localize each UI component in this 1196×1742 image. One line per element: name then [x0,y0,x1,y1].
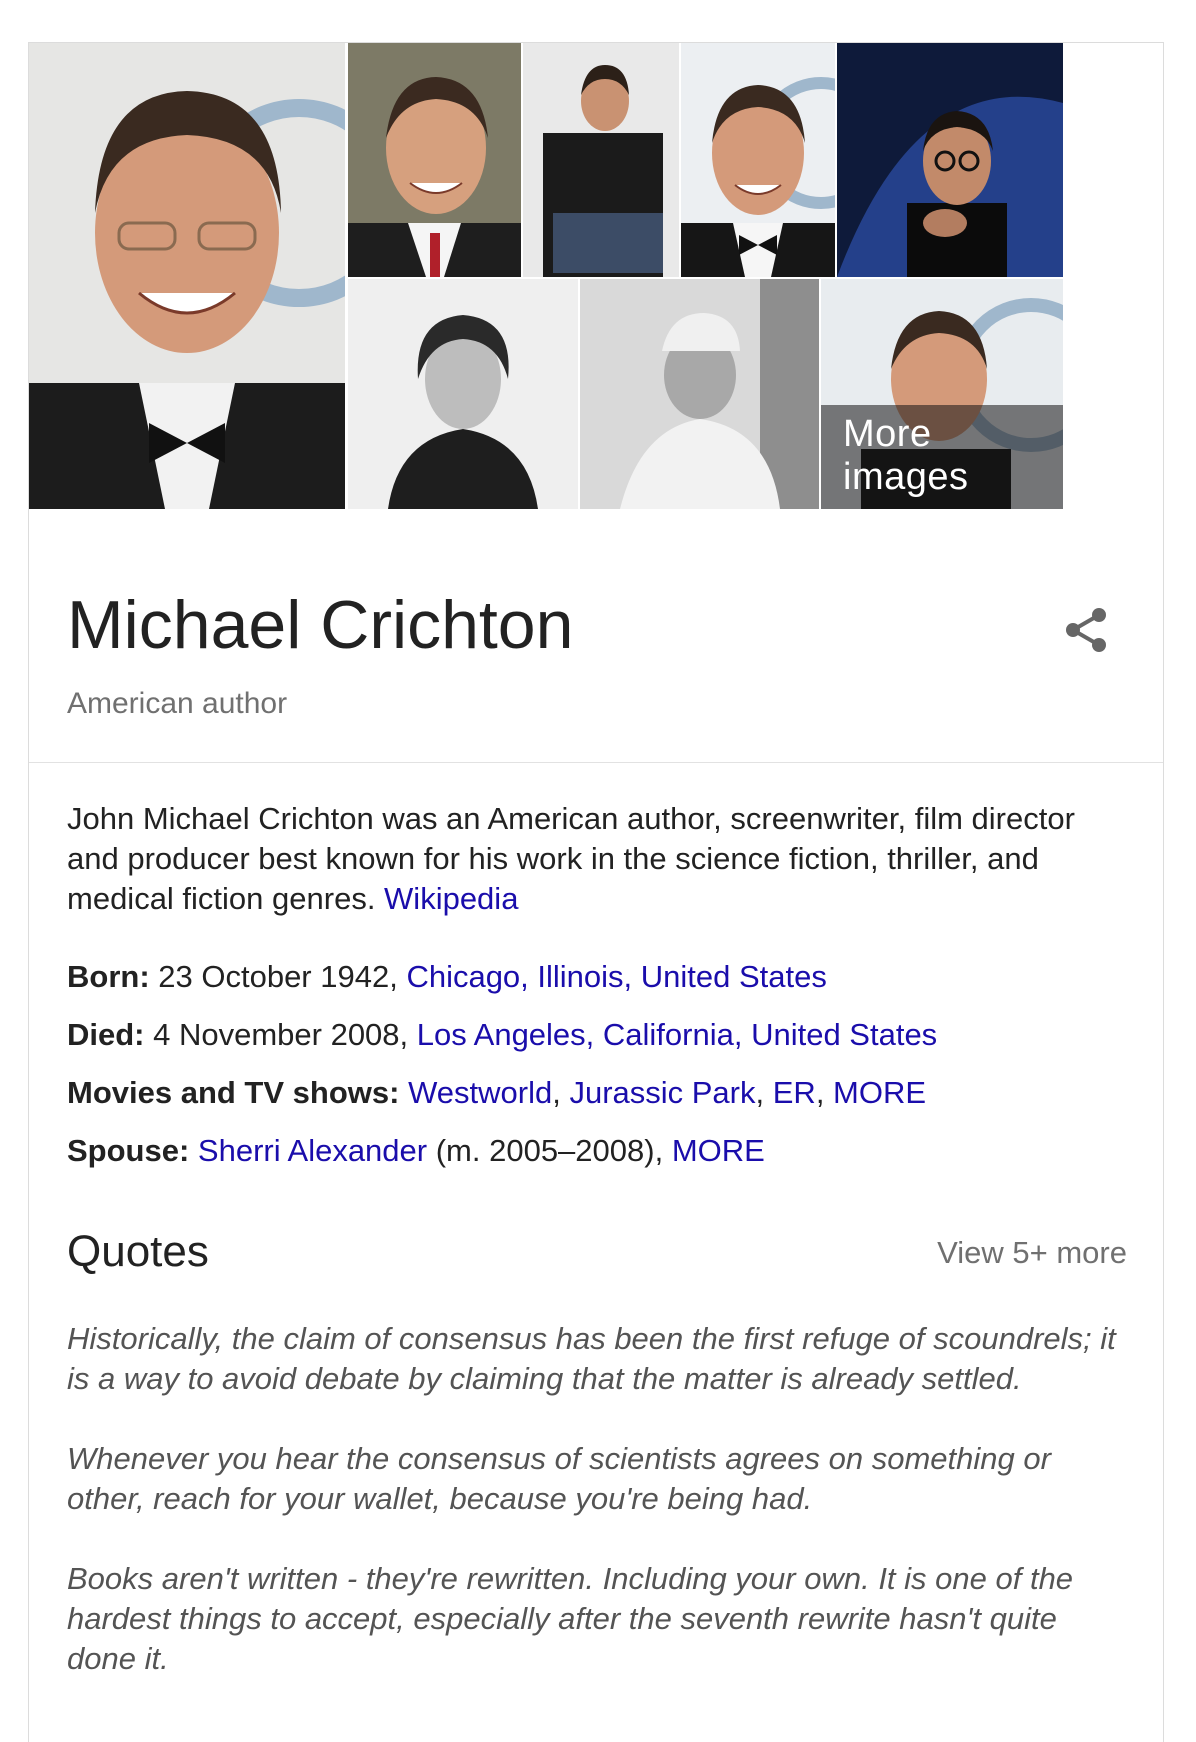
gallery-photo-main[interactable] [29,43,345,509]
fact-label: Spouse: [67,1133,190,1168]
separator: , [815,1075,834,1110]
more-images-button[interactable]: More images [821,405,1063,509]
gallery-photo-5[interactable] [837,43,1063,277]
gallery-photo-6[interactable] [348,279,578,509]
movie-link-jurassic-park[interactable]: Jurassic Park [569,1075,755,1110]
gallery-photo-4[interactable] [681,43,835,277]
panel-header: Michael Crichton American author [29,511,1163,763]
spouse-more-link[interactable]: MORE [672,1133,765,1168]
description-section: John Michael Crichton was an American au… [67,799,1127,1189]
separator: , [552,1075,570,1110]
fact-label: Born: [67,959,150,994]
fact-value: 23 October 1942, [149,959,407,994]
spouse-link[interactable]: Sherri Alexander [198,1133,427,1168]
fact-movies: Movies and TV shows: Westworld, Jurassic… [67,1073,1127,1113]
quotes-header: Quotes View 5+ more [67,1227,1127,1277]
share-icon[interactable] [1059,603,1113,657]
quotes-list: Historically, the claim of consensus has… [67,1319,1127,1719]
fact-spouse: Spouse: Sherri Alexander (m. 2005–2008),… [67,1131,1127,1171]
knowledge-panel: More images Michael Crichton American au… [28,42,1164,1742]
fact-died: Died: 4 November 2008, Los Angeles, Cali… [67,1015,1127,1055]
entity-subtitle: American author [67,687,288,720]
fact-label: Movies and TV shows: [67,1075,400,1110]
quotes-title: Quotes [67,1227,209,1276]
quote-item: Historically, the claim of consensus has… [67,1321,1116,1396]
movie-link-westworld[interactable]: Westworld [408,1075,552,1110]
quote-item: Whenever you hear the consensus of scien… [67,1441,1051,1516]
movies-more-link[interactable]: MORE [833,1075,926,1110]
gallery-photo-3[interactable] [523,43,679,277]
movie-link-er[interactable]: ER [773,1075,816,1110]
deathplace-link[interactable]: Los Angeles, California, United States [417,1017,937,1052]
birthplace-link[interactable]: Chicago, Illinois, United States [406,959,826,994]
separator: , [755,1075,773,1110]
fact-label: Died: [67,1017,145,1052]
fact-born: Born: 23 October 1942, Chicago, Illinois… [67,957,1127,997]
description-text: John Michael Crichton was an American au… [67,801,1075,916]
entity-title: Michael Crichton [67,587,574,663]
gallery-photo-7[interactable] [580,279,819,509]
spouse-years: (m. 2005–2008), [427,1133,672,1168]
view-more-quotes-link[interactable]: View 5+ more [937,1235,1127,1271]
description: John Michael Crichton was an American au… [67,799,1127,919]
gallery-photo-2[interactable] [348,43,521,277]
facts-list: Born: 23 October 1942, Chicago, Illinois… [67,957,1127,1171]
image-gallery: More images [29,43,1163,511]
fact-value: 4 November 2008, [144,1017,417,1052]
quote-item: Books aren't written - they're rewritten… [67,1561,1074,1676]
gallery-photo-8[interactable]: More images [821,279,1063,509]
wikipedia-link[interactable]: Wikipedia [384,881,518,916]
